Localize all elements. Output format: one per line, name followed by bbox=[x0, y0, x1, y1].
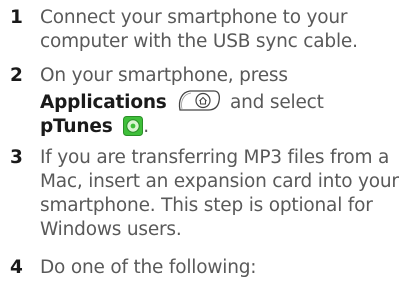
step-text: On your smartphone, press Applications a… bbox=[40, 64, 408, 139]
step-line: Connect your smartphone to your bbox=[40, 7, 348, 28]
step-line: computer with the USB sync cable. bbox=[40, 31, 358, 52]
ptunes-label: pTunes bbox=[40, 116, 113, 137]
step-line: On your smartphone, press bbox=[40, 65, 288, 86]
step-number: 2 bbox=[10, 65, 23, 86]
step-line: Applications and select bbox=[40, 88, 408, 115]
step-line: Mac, insert an expansion card into your bbox=[40, 171, 399, 192]
applications-label: Applications bbox=[40, 92, 167, 113]
and-select-text: and select bbox=[230, 92, 324, 113]
step-line: smartphone. This step is optional for bbox=[40, 195, 373, 216]
instructions-page: 1 Connect your smartphone to your comput… bbox=[0, 0, 410, 286]
step-line: Windows users. bbox=[40, 219, 182, 240]
step-text: Do one of the following: bbox=[40, 256, 408, 280]
step-line: Do one of the following: bbox=[40, 257, 257, 278]
ptunes-app-icon bbox=[123, 116, 144, 136]
step-number: 3 bbox=[10, 147, 23, 168]
step-line: pTunes . bbox=[40, 115, 408, 139]
step-text: If you are transferring MP3 files from a… bbox=[40, 146, 408, 242]
period: . bbox=[143, 116, 149, 137]
step-number: 4 bbox=[10, 257, 23, 278]
home-key-icon bbox=[176, 88, 222, 114]
step-number: 1 bbox=[10, 7, 23, 28]
step-text: Connect your smartphone to your computer… bbox=[40, 6, 408, 54]
step-line: If you are transferring MP3 files from a bbox=[40, 147, 390, 168]
